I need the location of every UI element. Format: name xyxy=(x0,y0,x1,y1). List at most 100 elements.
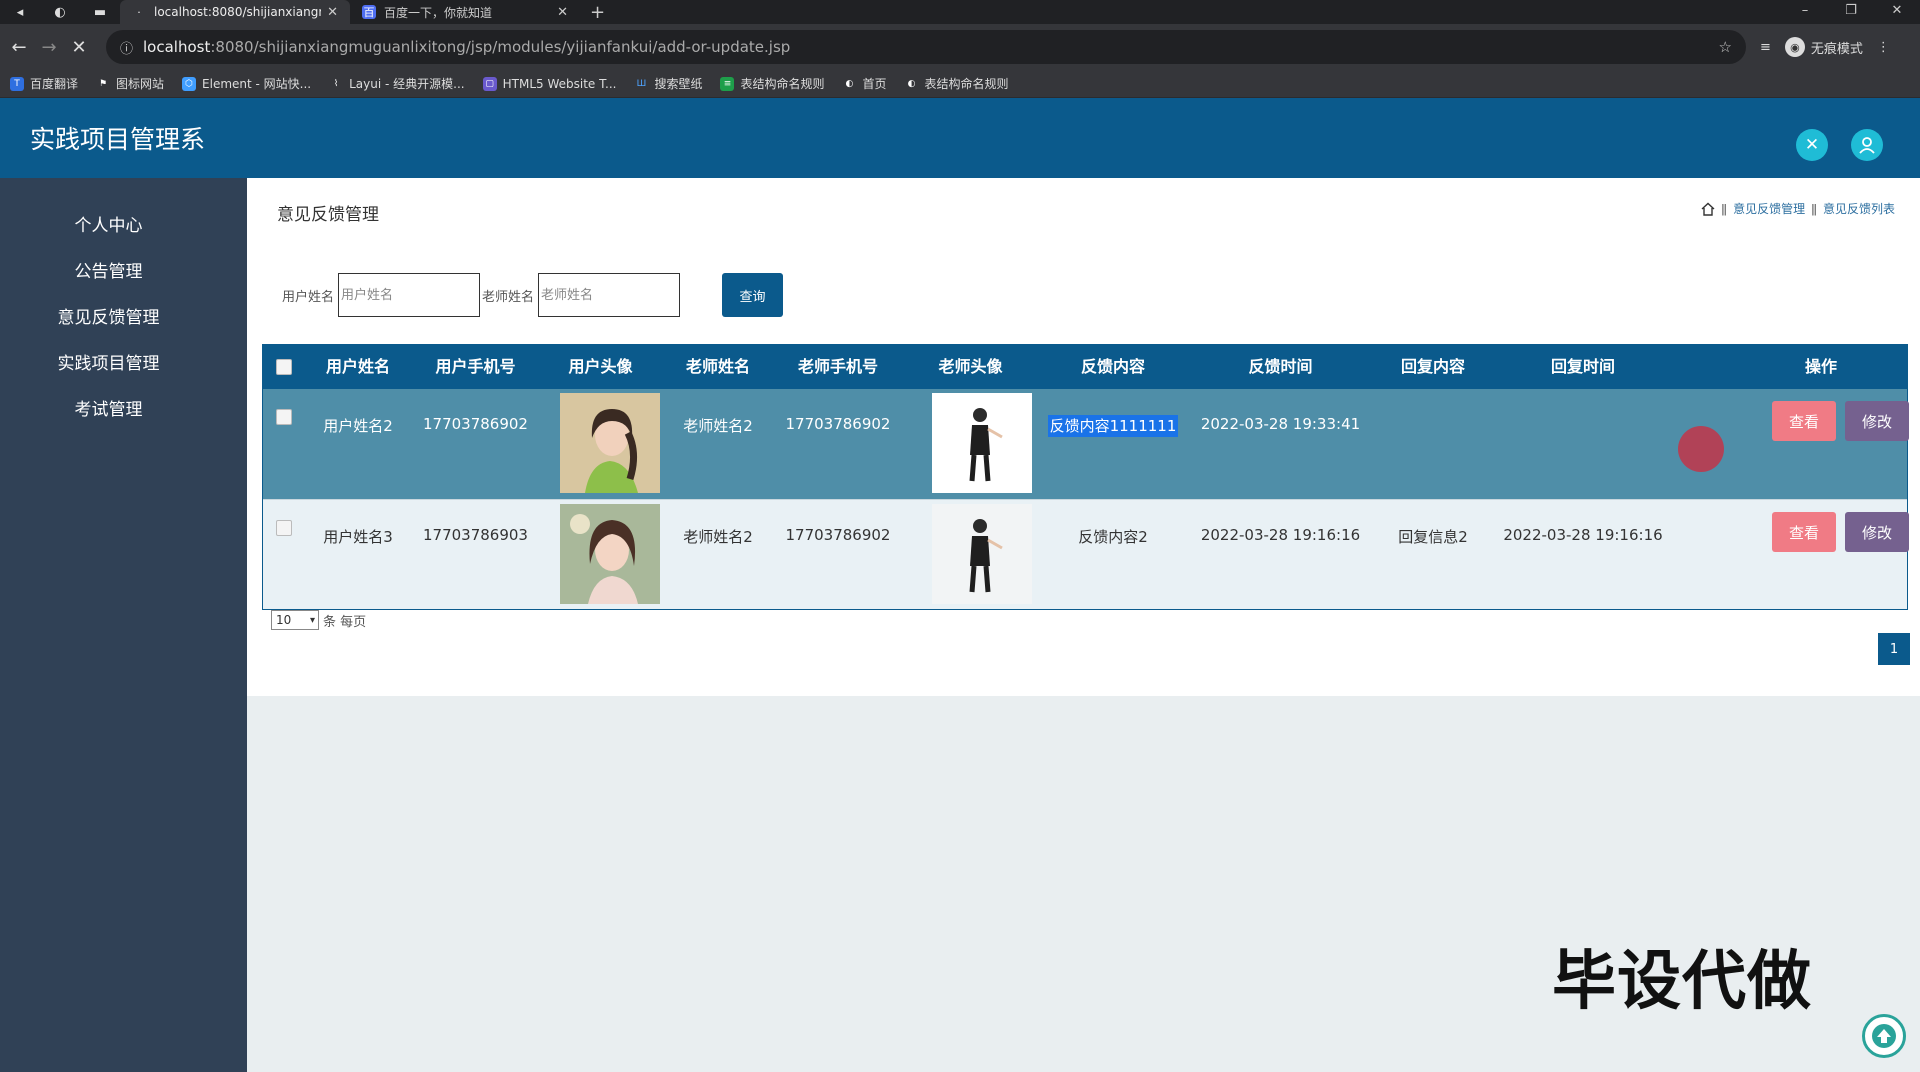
column-header: 用户姓名 xyxy=(325,357,390,376)
sidebar-item-personal[interactable]: 个人中心 xyxy=(0,211,217,236)
teacher-avatar-image xyxy=(932,504,1032,604)
flag-icon: ⚑ xyxy=(98,78,108,89)
bookmark-item[interactable]: ◐ 表结构命名规则 xyxy=(905,75,1009,92)
column-header: 反馈内容 xyxy=(1080,357,1145,376)
home-icon[interactable] xyxy=(1701,202,1715,216)
bookmark-item[interactable]: ▢ HTML5 Website T... xyxy=(482,76,616,91)
cell-teacher-name: 老师姓名2 xyxy=(683,528,753,546)
user-avatar-image xyxy=(560,393,660,493)
minimize-icon[interactable]: – xyxy=(1782,0,1828,24)
element-icon: ⬡ xyxy=(182,76,197,91)
cell-teacher-phone: 17703786902 xyxy=(785,526,891,544)
view-button[interactable]: 查看 xyxy=(1772,512,1836,552)
query-button[interactable]: 查询 xyxy=(722,273,784,317)
column-header: 用户手机号 xyxy=(435,357,516,376)
globe-icon[interactable]: ◐ xyxy=(40,0,80,24)
selected-text: 反馈内容1111111 xyxy=(1047,415,1179,437)
column-header: 回复时间 xyxy=(1550,357,1615,376)
breadcrumb-item[interactable]: 意见反馈列表 xyxy=(1823,200,1895,217)
column-header: 老师头像 xyxy=(938,357,1003,376)
back-to-top-icon[interactable] xyxy=(1862,1014,1906,1058)
search-form: 用户姓名 老师姓名 查询 xyxy=(282,273,784,317)
bookmark-label: Layui - 经典开源模... xyxy=(349,77,465,91)
column-header: 老师姓名 xyxy=(685,357,750,376)
star-icon[interactable]: ☆ xyxy=(1719,38,1732,56)
close-window-icon[interactable]: ✕ xyxy=(1874,0,1920,24)
teacher-avatar-image xyxy=(932,393,1032,493)
forward-icon[interactable]: → xyxy=(34,37,64,58)
breadcrumb-separator: ǁ xyxy=(1811,201,1817,216)
teacher-name-label: 老师姓名 xyxy=(482,289,535,305)
sidebar-item-notice[interactable]: 公告管理 xyxy=(0,257,217,282)
mute-icon[interactable]: ◂ xyxy=(0,0,40,24)
fullscreen-toggle-icon[interactable]: ✕ xyxy=(1796,129,1828,161)
teacher-name-input[interactable] xyxy=(538,273,681,317)
new-tab-icon[interactable]: + xyxy=(580,2,615,23)
table-row[interactable]: 用户姓名3 17703786903 老师姓名2 17703786902 反馈内容… xyxy=(263,499,1909,609)
bookmark-label: 表结构命名规则 xyxy=(924,77,1009,91)
close-icon[interactable]: ✕ xyxy=(327,5,338,20)
table-row[interactable]: 用户姓名2 17703786902 老师姓名2 17703786902 反馈内容… xyxy=(263,389,1909,499)
window-controls: – ❐ ✕ xyxy=(1782,0,1920,24)
edit-button[interactable]: 修改 xyxy=(1845,401,1909,441)
sidebar-item-exam[interactable]: 考试管理 xyxy=(0,395,217,420)
bookmark-item[interactable]: ⬡ Element - 网站快... xyxy=(182,75,311,92)
sheet-icon: ≡ xyxy=(720,76,735,91)
reading-list-icon[interactable]: ≡ xyxy=(1760,40,1771,55)
sidebar-item-project[interactable]: 实践项目管理 xyxy=(0,349,217,374)
bookmark-item[interactable]: Ш 搜索壁纸 xyxy=(634,75,703,92)
column-header: 老师手机号 xyxy=(797,357,878,376)
restore-icon[interactable]: ❐ xyxy=(1828,0,1874,24)
row-checkbox[interactable] xyxy=(276,409,292,425)
select-all-checkbox[interactable] xyxy=(276,359,292,375)
page-size-control: 10 ▾ 条 每页 xyxy=(271,610,366,630)
cell-feedback-content: 反馈内容1111111 xyxy=(1038,415,1188,437)
bookmark-item[interactable]: ≡ 表结构命名规则 xyxy=(720,75,824,92)
cell-teacher-name: 老师姓名2 xyxy=(683,417,753,435)
cell-user-name: 用户姓名3 xyxy=(323,528,393,546)
page-title: 意见反馈管理 xyxy=(277,205,379,225)
tab-label: localhost:8080/shijianxiangmu xyxy=(154,5,322,19)
browser-tab-localhost[interactable]: · localhost:8080/shijianxiangmu ✕ xyxy=(120,0,350,24)
bookmark-item[interactable]: ⌇ Layui - 经典开源模... xyxy=(329,75,465,92)
browser-tab-baidu[interactable]: 百 百度一下，你就知道 ✕ xyxy=(350,0,580,24)
app-title: 实践项目管理系 xyxy=(30,125,206,154)
page-size-value: 10 xyxy=(276,613,292,627)
bookmark-label: 搜索壁纸 xyxy=(654,77,703,91)
user-icon[interactable] xyxy=(1851,129,1883,161)
row-checkbox[interactable] xyxy=(276,520,292,536)
menu-icon[interactable]: ⋮ xyxy=(1877,40,1890,55)
bookmark-item[interactable]: ◐ 首页 xyxy=(842,75,887,92)
bookmark-label: 百度翻译 xyxy=(30,77,79,91)
incognito-label: 无痕模式 xyxy=(1810,41,1863,57)
bookmark-item[interactable]: ⚑ 图标网站 xyxy=(96,75,164,92)
cell-user-phone: 17703786903 xyxy=(423,526,528,544)
url-field[interactable]: ⓘ localhost :8080/shijianxiangmuguanlixi… xyxy=(106,30,1746,64)
bookmark-label: Element - 网站快... xyxy=(202,77,312,91)
info-icon[interactable]: ⓘ xyxy=(120,38,133,57)
close-icon[interactable]: ✕ xyxy=(557,5,568,20)
loading-icon: · xyxy=(137,5,141,19)
window-icon[interactable]: ▬ xyxy=(80,0,120,24)
page-size-select[interactable]: 10 ▾ xyxy=(271,610,319,630)
tab-label: 百度一下，你就知道 xyxy=(384,5,493,20)
view-button[interactable]: 查看 xyxy=(1772,401,1836,441)
sidebar-item-feedback[interactable]: 意见反馈管理 xyxy=(0,303,217,328)
cell-teacher-phone: 17703786902 xyxy=(785,415,891,433)
edit-button[interactable]: 修改 xyxy=(1845,512,1909,552)
bookmark-item[interactable]: T 百度翻译 xyxy=(10,75,78,92)
breadcrumb: ǁ 意见反馈管理 ǁ 意见反馈列表 xyxy=(1701,200,1895,217)
breadcrumb-separator: ǁ xyxy=(1721,201,1728,216)
stop-icon[interactable]: ✕ xyxy=(64,37,94,58)
page-number-button[interactable]: 1 xyxy=(1878,633,1910,665)
cell-reply-content: 回复信息2 xyxy=(1398,528,1468,546)
app-header: 实践项目管理系 xyxy=(0,98,1920,178)
user-name-label: 用户姓名 xyxy=(282,289,335,305)
user-name-input[interactable] xyxy=(338,273,481,317)
sidebar: 个人中心 公告管理 意见反馈管理 实践项目管理 考试管理 xyxy=(0,178,247,1072)
browser-tabbar: ◂ ◐ ▬ · localhost:8080/shijianxiangmu ✕ … xyxy=(0,0,1920,24)
breadcrumb-item[interactable]: 意见反馈管理 xyxy=(1733,200,1805,217)
baidu-icon: 百 xyxy=(362,5,376,19)
back-icon[interactable]: ← xyxy=(4,37,34,58)
incognito-badge[interactable]: ◉ 无痕模式 xyxy=(1784,37,1863,57)
